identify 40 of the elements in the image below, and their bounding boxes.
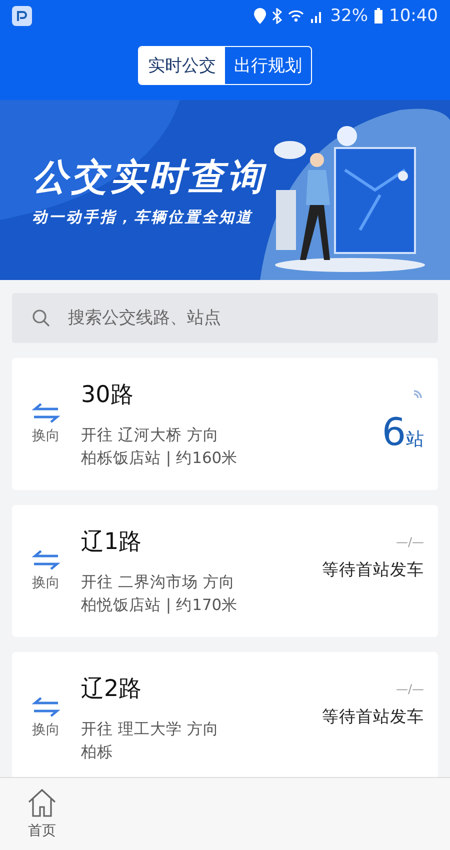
nearby-station: 柏悦饭店站 | 约170米 bbox=[81, 594, 239, 616]
location-icon bbox=[254, 8, 266, 24]
route-name: 30路 bbox=[81, 380, 134, 410]
app-icon bbox=[12, 6, 32, 26]
route-direction: 开往 二界沟市场 方向 bbox=[81, 572, 236, 592]
tab[interactable]: 出行规划 bbox=[225, 47, 311, 84]
battery-level: 32% bbox=[330, 6, 368, 26]
swap-direction-button[interactable]: 换向 bbox=[26, 403, 66, 445]
nav-item[interactable]: 首页 bbox=[20, 778, 64, 850]
arrival-placeholder: —/— bbox=[396, 535, 424, 549]
route-card[interactable]: 换向 30路 开往 辽河大桥 方向 柏栎饭店站 | 约160米 6站 bbox=[12, 358, 438, 490]
route-direction: 开往 辽河大桥 方向 bbox=[81, 424, 220, 446]
tab[interactable]: 实时公交 bbox=[139, 47, 225, 84]
clock: 10:40 bbox=[389, 6, 438, 26]
waiting-status: 等待首站发车 bbox=[322, 706, 424, 728]
bluetooth-icon bbox=[272, 8, 282, 24]
waiting-status: 等待首站发车 bbox=[322, 559, 424, 581]
swap-direction-button[interactable]: 换向 bbox=[26, 697, 66, 739]
wifi-icon bbox=[288, 9, 304, 23]
swap-icon bbox=[32, 403, 60, 423]
nearby-station: 柏栎 bbox=[81, 742, 114, 762]
route-card[interactable]: 换向 辽1路 开往 二界沟市场 方向 柏悦饭店站 | 约170米 —/— 等待首站发车 bbox=[12, 505, 438, 637]
route-name: 辽2路 bbox=[81, 674, 143, 704]
realtime-signal-icon bbox=[412, 388, 424, 400]
swap-icon bbox=[32, 550, 60, 570]
route-card[interactable]: 换向 辽2路 开往 理工大学 方向 柏栎 —/— 等待首站发车 bbox=[12, 652, 438, 777]
swap-direction-button[interactable]: 换向 bbox=[26, 550, 66, 592]
route-name: 辽1路 bbox=[81, 528, 143, 556]
stops-unit: 站 bbox=[406, 428, 424, 451]
home-icon bbox=[26, 788, 58, 818]
search-field[interactable]: 搜索公交线路、站点 bbox=[12, 293, 438, 343]
nearby-station: 柏栎饭店站 | 约160米 bbox=[81, 448, 239, 469]
stops-count: 6 bbox=[382, 410, 406, 454]
battery-icon bbox=[374, 8, 383, 24]
swap-icon bbox=[32, 697, 60, 717]
search-icon bbox=[32, 309, 50, 327]
banner-title: 公交实时查询 bbox=[32, 156, 268, 200]
arrival-placeholder: —/— bbox=[396, 682, 424, 696]
banner-subtitle: 动一动手指，车辆位置全知道 bbox=[32, 208, 254, 227]
route-direction: 开往 理工大学 方向 bbox=[81, 718, 220, 740]
